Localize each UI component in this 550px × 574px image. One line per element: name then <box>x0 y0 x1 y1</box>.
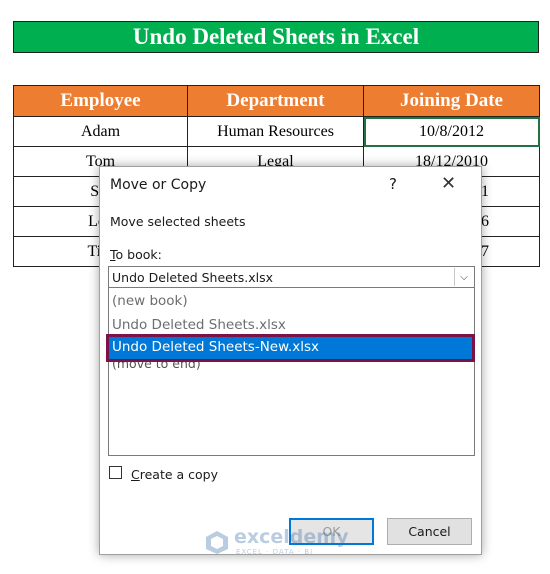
list-item-new-book[interactable]: (new book) <box>112 293 188 309</box>
list-item-undo-deleted-sheets[interactable]: Undo Deleted Sheets.xlsx <box>112 317 286 333</box>
help-button[interactable]: ? <box>389 175 397 193</box>
to-book-label: To book: <box>110 247 162 262</box>
cell[interactable]: Adam <box>13 116 188 147</box>
header-department[interactable]: Department <box>187 85 364 117</box>
cancel-button[interactable]: Cancel <box>387 518 472 545</box>
create-copy-accel: C <box>131 467 140 482</box>
dialog-title: Move or Copy <box>110 177 207 193</box>
exceldemy-watermark: exceldemy EXCEL · DATA · BI <box>204 526 354 558</box>
create-copy-text: reate a copy <box>139 467 218 482</box>
table-row: Adam Human Resources 10/8/2012 <box>13 116 540 147</box>
cell[interactable]: Human Resources <box>187 116 364 147</box>
header-joining-date[interactable]: Joining Date <box>363 85 540 117</box>
exceldemy-logo-icon <box>206 531 228 554</box>
book-list[interactable]: (new book) Undo Deleted Sheets.xlsx (mov… <box>108 288 475 456</box>
chevron-down-icon: ⌵ <box>460 271 468 283</box>
page-banner: Undo Deleted Sheets in Excel <box>13 21 539 53</box>
to-book-text: o book: <box>115 247 162 262</box>
selection-highlight-outline <box>106 334 475 362</box>
dropdown-arrow-button[interactable]: ⌵ <box>454 268 473 286</box>
watermark-tagline: EXCEL · DATA · BI <box>236 548 314 556</box>
watermark-name: exceldemy <box>234 526 349 548</box>
to-book-dropdown[interactable]: Undo Deleted Sheets.xlsx ⌵ <box>108 266 475 288</box>
header-employee[interactable]: Employee <box>13 85 188 117</box>
create-copy-label[interactable]: Create a copy <box>131 467 218 482</box>
table-header-row: Employee Department Joining Date <box>13 85 540 117</box>
close-button[interactable]: ✕ <box>441 173 456 194</box>
dropdown-value: Undo Deleted Sheets.xlsx <box>112 270 274 285</box>
create-copy-checkbox[interactable] <box>109 466 122 479</box>
selected-cell[interactable]: 10/8/2012 <box>363 116 540 147</box>
close-icon: ✕ <box>441 173 457 194</box>
move-selected-sheets-label: Move selected sheets <box>110 214 246 229</box>
